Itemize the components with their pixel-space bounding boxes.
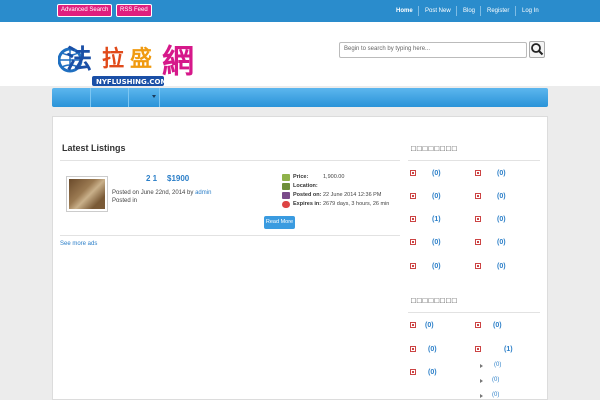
- listing-posted-line: Posted on June 22nd, 2014 by admin: [112, 190, 211, 196]
- listing-price[interactable]: $1900: [167, 174, 189, 183]
- menu-item[interactable]: [52, 88, 91, 107]
- category-count[interactable]: (0): [425, 322, 434, 329]
- category-icon: [475, 216, 481, 222]
- arrow-right-icon: [480, 364, 483, 368]
- category-count[interactable]: (0): [497, 193, 506, 200]
- divider: [408, 160, 540, 161]
- svg-text:法: 法: [66, 45, 92, 75]
- divider: [408, 312, 540, 313]
- category-icon: [475, 322, 481, 328]
- category-count[interactable]: (0): [428, 346, 437, 353]
- category-icon: [475, 239, 481, 245]
- detail-label: Expires in:: [293, 201, 322, 207]
- category-count[interactable]: (0): [493, 322, 502, 329]
- detail-label: Price:: [293, 174, 309, 180]
- category-count[interactable]: (0): [432, 170, 441, 177]
- arrow-right-icon: [480, 379, 483, 383]
- category-count[interactable]: (0): [432, 239, 441, 246]
- svg-text:拉: 拉: [102, 46, 124, 72]
- calendar-icon: [282, 192, 290, 199]
- category-icon: [410, 170, 416, 176]
- nav-home[interactable]: Home: [396, 0, 413, 22]
- detail-value: 22 June 2014 12:36 PM: [323, 192, 382, 198]
- category-count[interactable]: (0): [497, 239, 506, 246]
- listing-posted-in: Posted in: [112, 198, 138, 204]
- category-count[interactable]: (1): [504, 346, 513, 353]
- subcategory-count[interactable]: (0): [492, 377, 499, 383]
- nav-login[interactable]: Log In: [522, 0, 539, 22]
- price-tag-icon: [282, 174, 290, 181]
- nav-register[interactable]: Register: [487, 0, 509, 22]
- location-icon: [282, 183, 290, 190]
- detail-label: Location:: [293, 183, 318, 189]
- category-icon: [475, 170, 481, 176]
- author-link[interactable]: admin: [195, 190, 211, 196]
- category-icon: [410, 239, 416, 245]
- category-icon: [475, 346, 481, 352]
- category-count[interactable]: (1): [432, 216, 441, 223]
- category-icon: [410, 369, 416, 375]
- nav-divider: [515, 6, 516, 16]
- svg-text:NYFLUSHING.COM: NYFLUSHING.COM: [96, 78, 167, 86]
- read-more-button[interactable]: Read More: [264, 216, 295, 229]
- category-icon: [410, 263, 416, 269]
- listing-title[interactable]: 2 1: [146, 174, 157, 183]
- chevron-down-icon: [152, 95, 156, 98]
- menu-item[interactable]: [91, 88, 129, 107]
- category-icon: [475, 193, 481, 199]
- divider: [60, 235, 400, 236]
- nav-divider: [456, 6, 457, 16]
- detail-value: 2679 days, 3 hours, 26 min: [323, 201, 390, 207]
- latest-listings-heading: Latest Listings: [62, 143, 126, 153]
- nav-post-new[interactable]: Post New: [425, 0, 451, 22]
- main-menu-bar: [52, 88, 548, 107]
- rss-feed-button[interactable]: RSS Feed: [116, 4, 152, 17]
- category-count[interactable]: (0): [497, 263, 506, 270]
- divider: [60, 160, 400, 161]
- sidebar-heading: □□□□□□□□: [411, 144, 458, 153]
- detail-label: Posted on:: [293, 192, 322, 198]
- search-icon: [531, 43, 544, 56]
- site-logo[interactable]: 法 拉 盛 網 NYFLUSHING.COM: [57, 38, 206, 88]
- clock-icon: [282, 201, 290, 208]
- see-more-ads-link[interactable]: See more ads: [60, 241, 97, 247]
- sidebar-heading: □□□□□□□□: [411, 296, 458, 305]
- category-icon: [410, 216, 416, 222]
- category-count[interactable]: (0): [497, 170, 506, 177]
- svg-text:網: 網: [162, 42, 194, 80]
- category-icon: [475, 263, 481, 269]
- category-icon: [410, 322, 416, 328]
- subcategory-count[interactable]: (0): [494, 362, 501, 368]
- nav-divider: [480, 6, 481, 16]
- search-input[interactable]: Begin to search by typing here...: [339, 42, 527, 58]
- category-count[interactable]: (0): [432, 193, 441, 200]
- nav-blog[interactable]: Blog: [463, 0, 475, 22]
- svg-text:盛: 盛: [130, 46, 152, 72]
- search-button[interactable]: [529, 41, 545, 58]
- category-icon: [410, 193, 416, 199]
- category-count[interactable]: (0): [432, 263, 441, 270]
- posted-prefix: Posted on June 22nd, 2014 by: [112, 190, 194, 196]
- category-count[interactable]: (0): [428, 369, 437, 376]
- content-panel: [52, 116, 548, 400]
- arrow-right-icon: [480, 394, 483, 398]
- category-count[interactable]: (0): [497, 216, 506, 223]
- subcategory-count[interactable]: (0): [492, 392, 499, 398]
- detail-value: 1,900.00: [323, 174, 345, 180]
- listing-thumbnail[interactable]: [66, 176, 108, 212]
- advanced-search-button[interactable]: Advanced Search: [57, 4, 113, 17]
- nav-divider: [418, 6, 419, 16]
- category-icon: [410, 346, 416, 352]
